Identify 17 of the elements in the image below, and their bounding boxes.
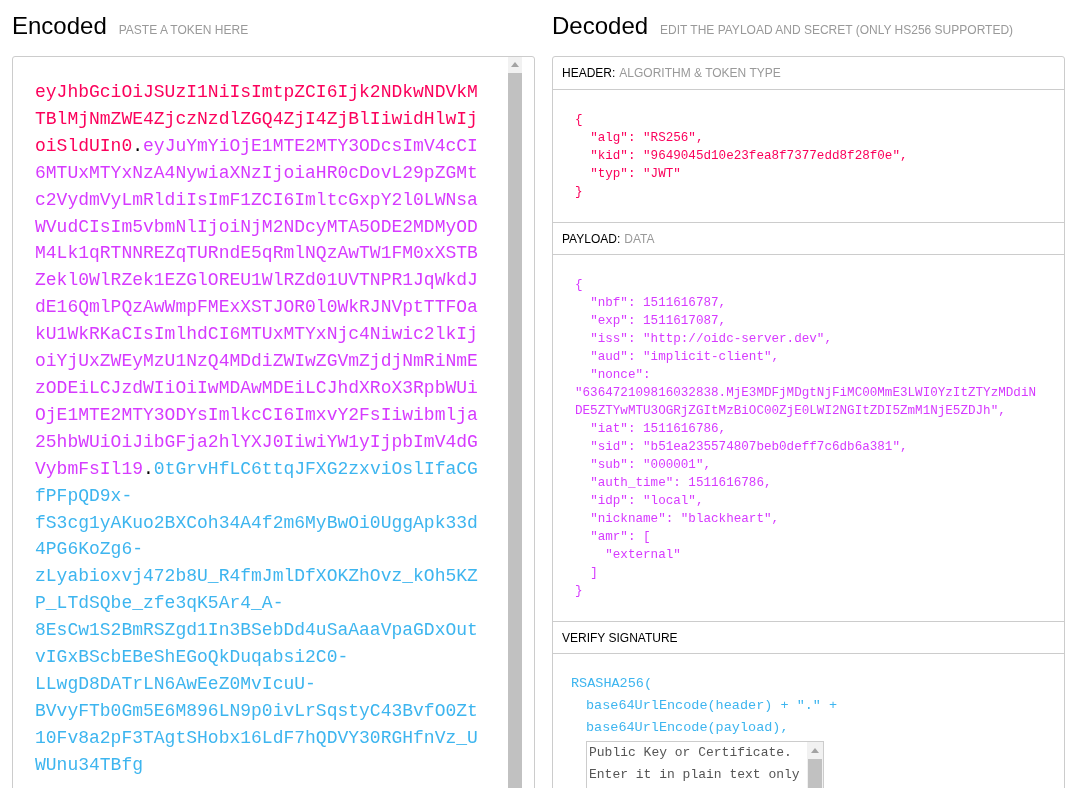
section-title: Decoded [552, 11, 649, 41]
section-sublabel: ALGORITHM & TOKEN TYPE [619, 65, 781, 82]
public-key-field[interactable]: Public Key or Certificate. Enter it in plain text only [586, 741, 824, 788]
header-json[interactable]: { "alg": "RS256", "kid": "9649045d10e23fea8f7377edd8f28f0e", "typ": "JWT" } [575, 111, 1038, 201]
signature-code-line: base64UrlEncode(payload), [586, 719, 789, 737]
scroll-up-icon[interactable] [511, 62, 519, 67]
section-hint: PASTE A TOKEN HERE [118, 22, 249, 39]
signature-code-line: base64UrlEncode(header) + "." + [586, 697, 838, 715]
section-hint: EDIT THE PAYLOAD AND SECRET (ONLY HS256 SUPPORTED) [660, 22, 1014, 39]
payload-json[interactable]: { "nbf": 1511616787, "exp": 1511617087, "iss": "http://oidc-server.dev", "aud": "implicit-client", "nonce": "636472109816032838.MjE3MDFjMDgtNjFiMC00MmE3LWI0YzItZTYzMDdiNDE5ZTYwMTU3OGRjZGItMzBiOC00ZjE0LWI2NGItZDI5ZmM1NjE5ZDJh", "iat": 1511616786, "sid": "b51ea235574807beb0deff7c6db6a381", "sub": "000001", "auth_time": 1511616786, "idp": "local", "nickname": "blackheart", "amr": [ "external" ] } [575, 276, 1038, 600]
scroll-up-icon[interactable] [811, 748, 819, 753]
section-label: VERIFY SIGNATURE [562, 629, 678, 647]
section-label: HEADER: [562, 65, 616, 82]
signature-code-line: RSASHA256( [571, 675, 652, 693]
section-label: PAYLOAD: [562, 230, 621, 248]
section-title: Encoded [12, 11, 107, 41]
section-sublabel: DATA [624, 230, 655, 248]
